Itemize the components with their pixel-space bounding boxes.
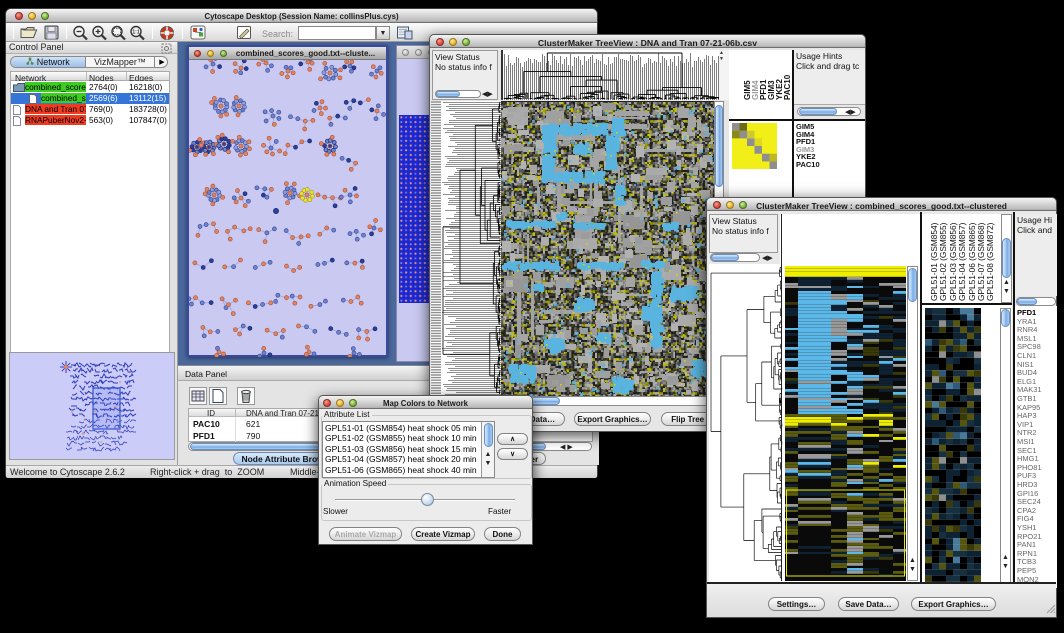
svg-text:1:1: 1:1: [132, 30, 139, 36]
